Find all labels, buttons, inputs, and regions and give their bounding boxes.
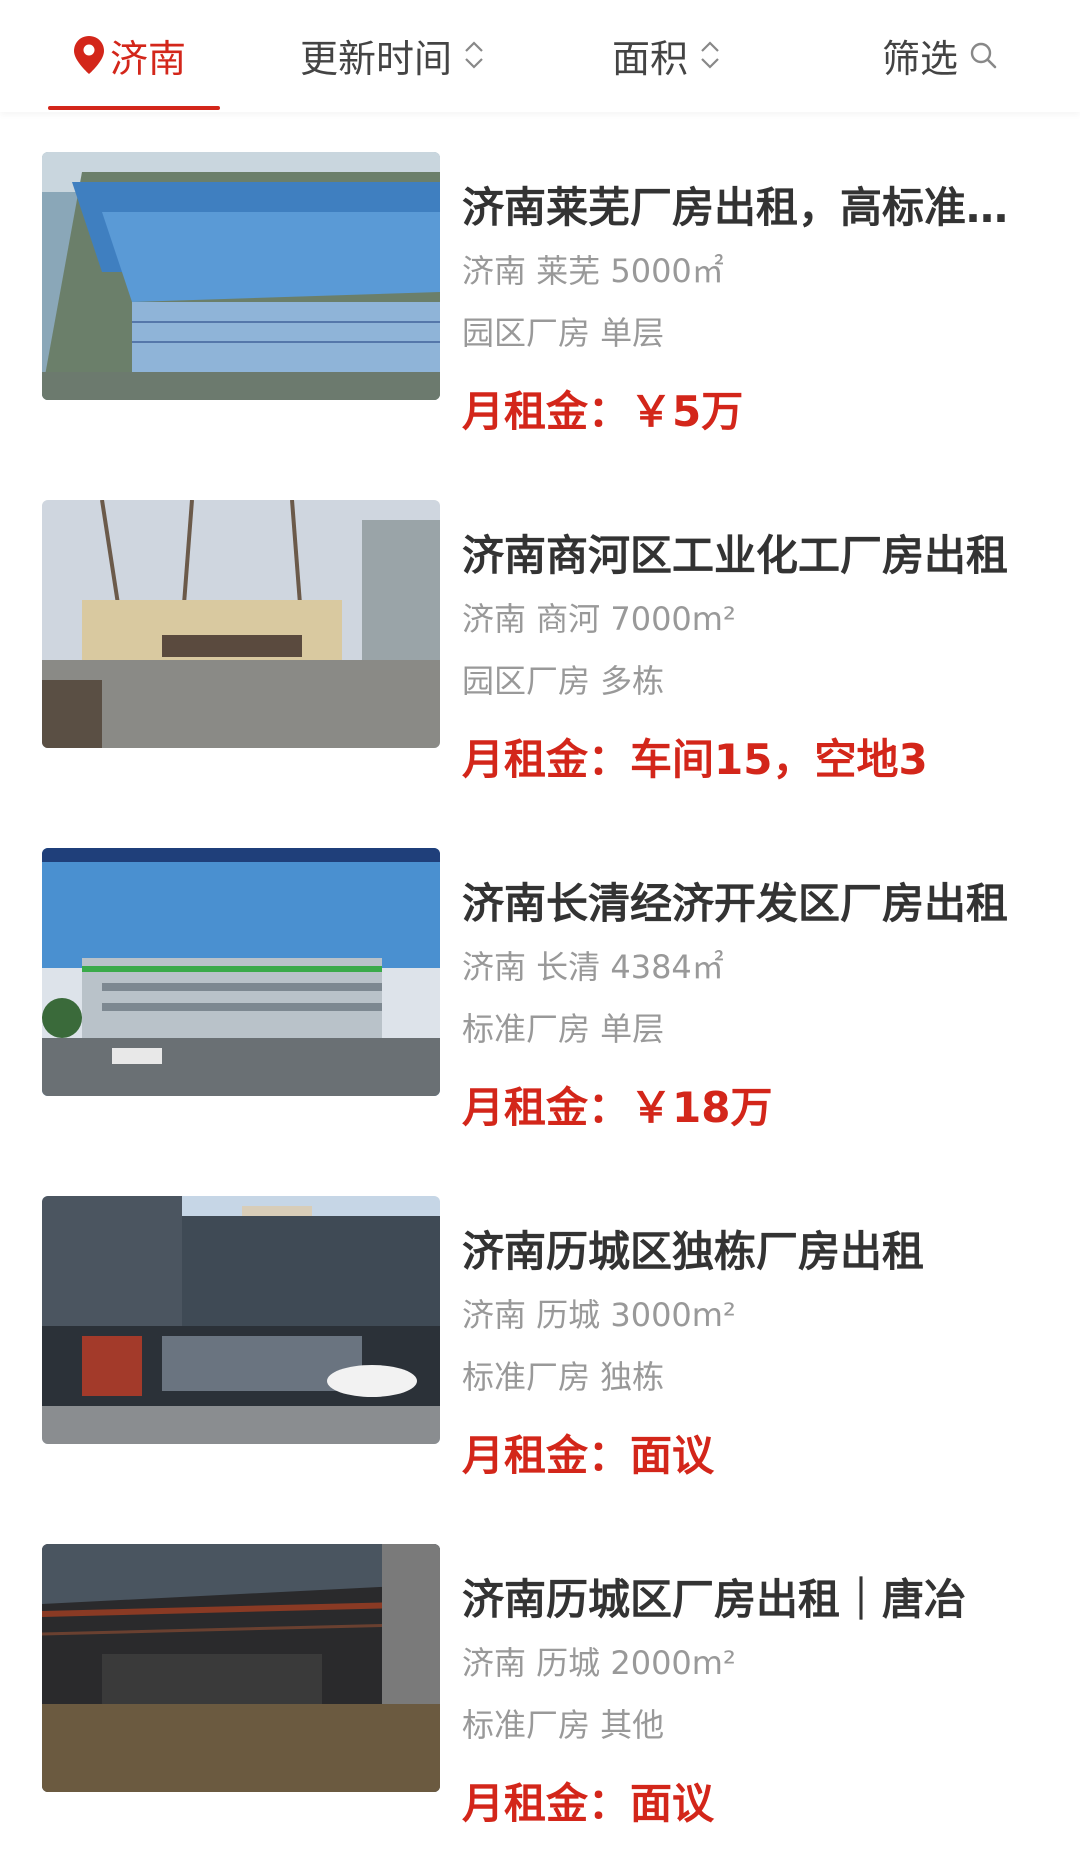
sort-area[interactable]: 面积: [612, 30, 722, 81]
area-label: 面积: [612, 36, 689, 81]
blue-roof-factory-image: [42, 152, 440, 400]
listing-card[interactable]: 济南商河区工业化工厂房出租 济南 商河 7000m² 园区厂房 多栋 月租金：车…: [42, 500, 1042, 800]
listing-rent: 月租金：￥18万: [462, 1083, 773, 1132]
listing-location: 济南 商河 7000m²: [462, 600, 736, 638]
listing-card[interactable]: 济南历城区独栋厂房出租 济南 历城 3000m² 标准厂房 独栋 月租金：面议: [42, 1196, 1042, 1496]
listing-image: [42, 848, 440, 1096]
listing-tags: 标准厂房 其他: [462, 1706, 665, 1744]
listing-image: [42, 1544, 440, 1792]
listing-location: 济南 历城 3000m²: [462, 1296, 736, 1334]
listing-card[interactable]: 济南长清经济开发区厂房出租 济南 长清 4384㎡ 标准厂房 单层 月租金：￥1…: [42, 848, 1042, 1148]
sort-arrows-icon: [465, 41, 483, 69]
factory-gate-image: [42, 500, 440, 748]
listing-title: 济南历城区厂房出租｜唐冶: [462, 1575, 967, 1624]
search-icon: [970, 42, 997, 69]
listing-location: 济南 长清 4384㎡: [462, 948, 724, 986]
listing-card[interactable]: 济南莱芜厂房出租，高标准厂房 济南 莱芜 5000㎡ 园区厂房 单层 月租金：￥…: [42, 152, 1042, 452]
listing-image: [42, 500, 440, 748]
active-tab-indicator: [48, 106, 220, 110]
listing-title: 济南历城区独栋厂房出租: [462, 1227, 925, 1276]
listing-rent: 月租金：面议: [462, 1431, 715, 1480]
listing-title: 济南长清经济开发区厂房出租: [462, 879, 1009, 928]
listing-image: [42, 152, 440, 400]
workshop-interior-image: [42, 1544, 440, 1792]
listing-rent: 月租金：￥5万: [462, 387, 744, 436]
sort-arrows-icon: [701, 41, 719, 69]
listing-location: 济南 莱芜 5000㎡: [462, 252, 724, 290]
city-selector[interactable]: 济南: [72, 30, 187, 81]
listing-tags: 标准厂房 单层: [462, 1010, 665, 1048]
listing-tags: 标准厂房 独栋: [462, 1358, 665, 1396]
listing-location: 济南 历城 2000m²: [462, 1644, 736, 1682]
listing-tags: 园区厂房 单层: [462, 314, 665, 352]
listing-card[interactable]: 济南历城区厂房出租｜唐冶 济南 历城 2000m² 标准厂房 其他 月租金：面议: [42, 1544, 1042, 1844]
filter-button[interactable]: 筛选: [882, 30, 998, 81]
listing-rent: 月租金：面议: [462, 1779, 715, 1828]
storefront-building-image: [42, 1196, 440, 1444]
filter-label: 筛选: [882, 36, 959, 81]
listing-title: 济南莱芜厂房出租，高标准厂房: [462, 183, 1042, 232]
listing-rent: 月租金：车间15，空地3: [462, 735, 928, 784]
sort-update-time[interactable]: 更新时间: [300, 30, 486, 81]
factory-rendering-image: [42, 848, 440, 1096]
location-pin-icon: [74, 36, 104, 74]
listing-image: [42, 1196, 440, 1444]
update-time-label: 更新时间: [300, 36, 453, 81]
listing-tags: 园区厂房 多栋: [462, 662, 665, 700]
listing-title: 济南商河区工业化工厂房出租: [462, 531, 1009, 580]
filter-bar: 济南 更新时间 面积 筛选: [0, 0, 1080, 112]
city-label: 济南: [110, 36, 187, 81]
